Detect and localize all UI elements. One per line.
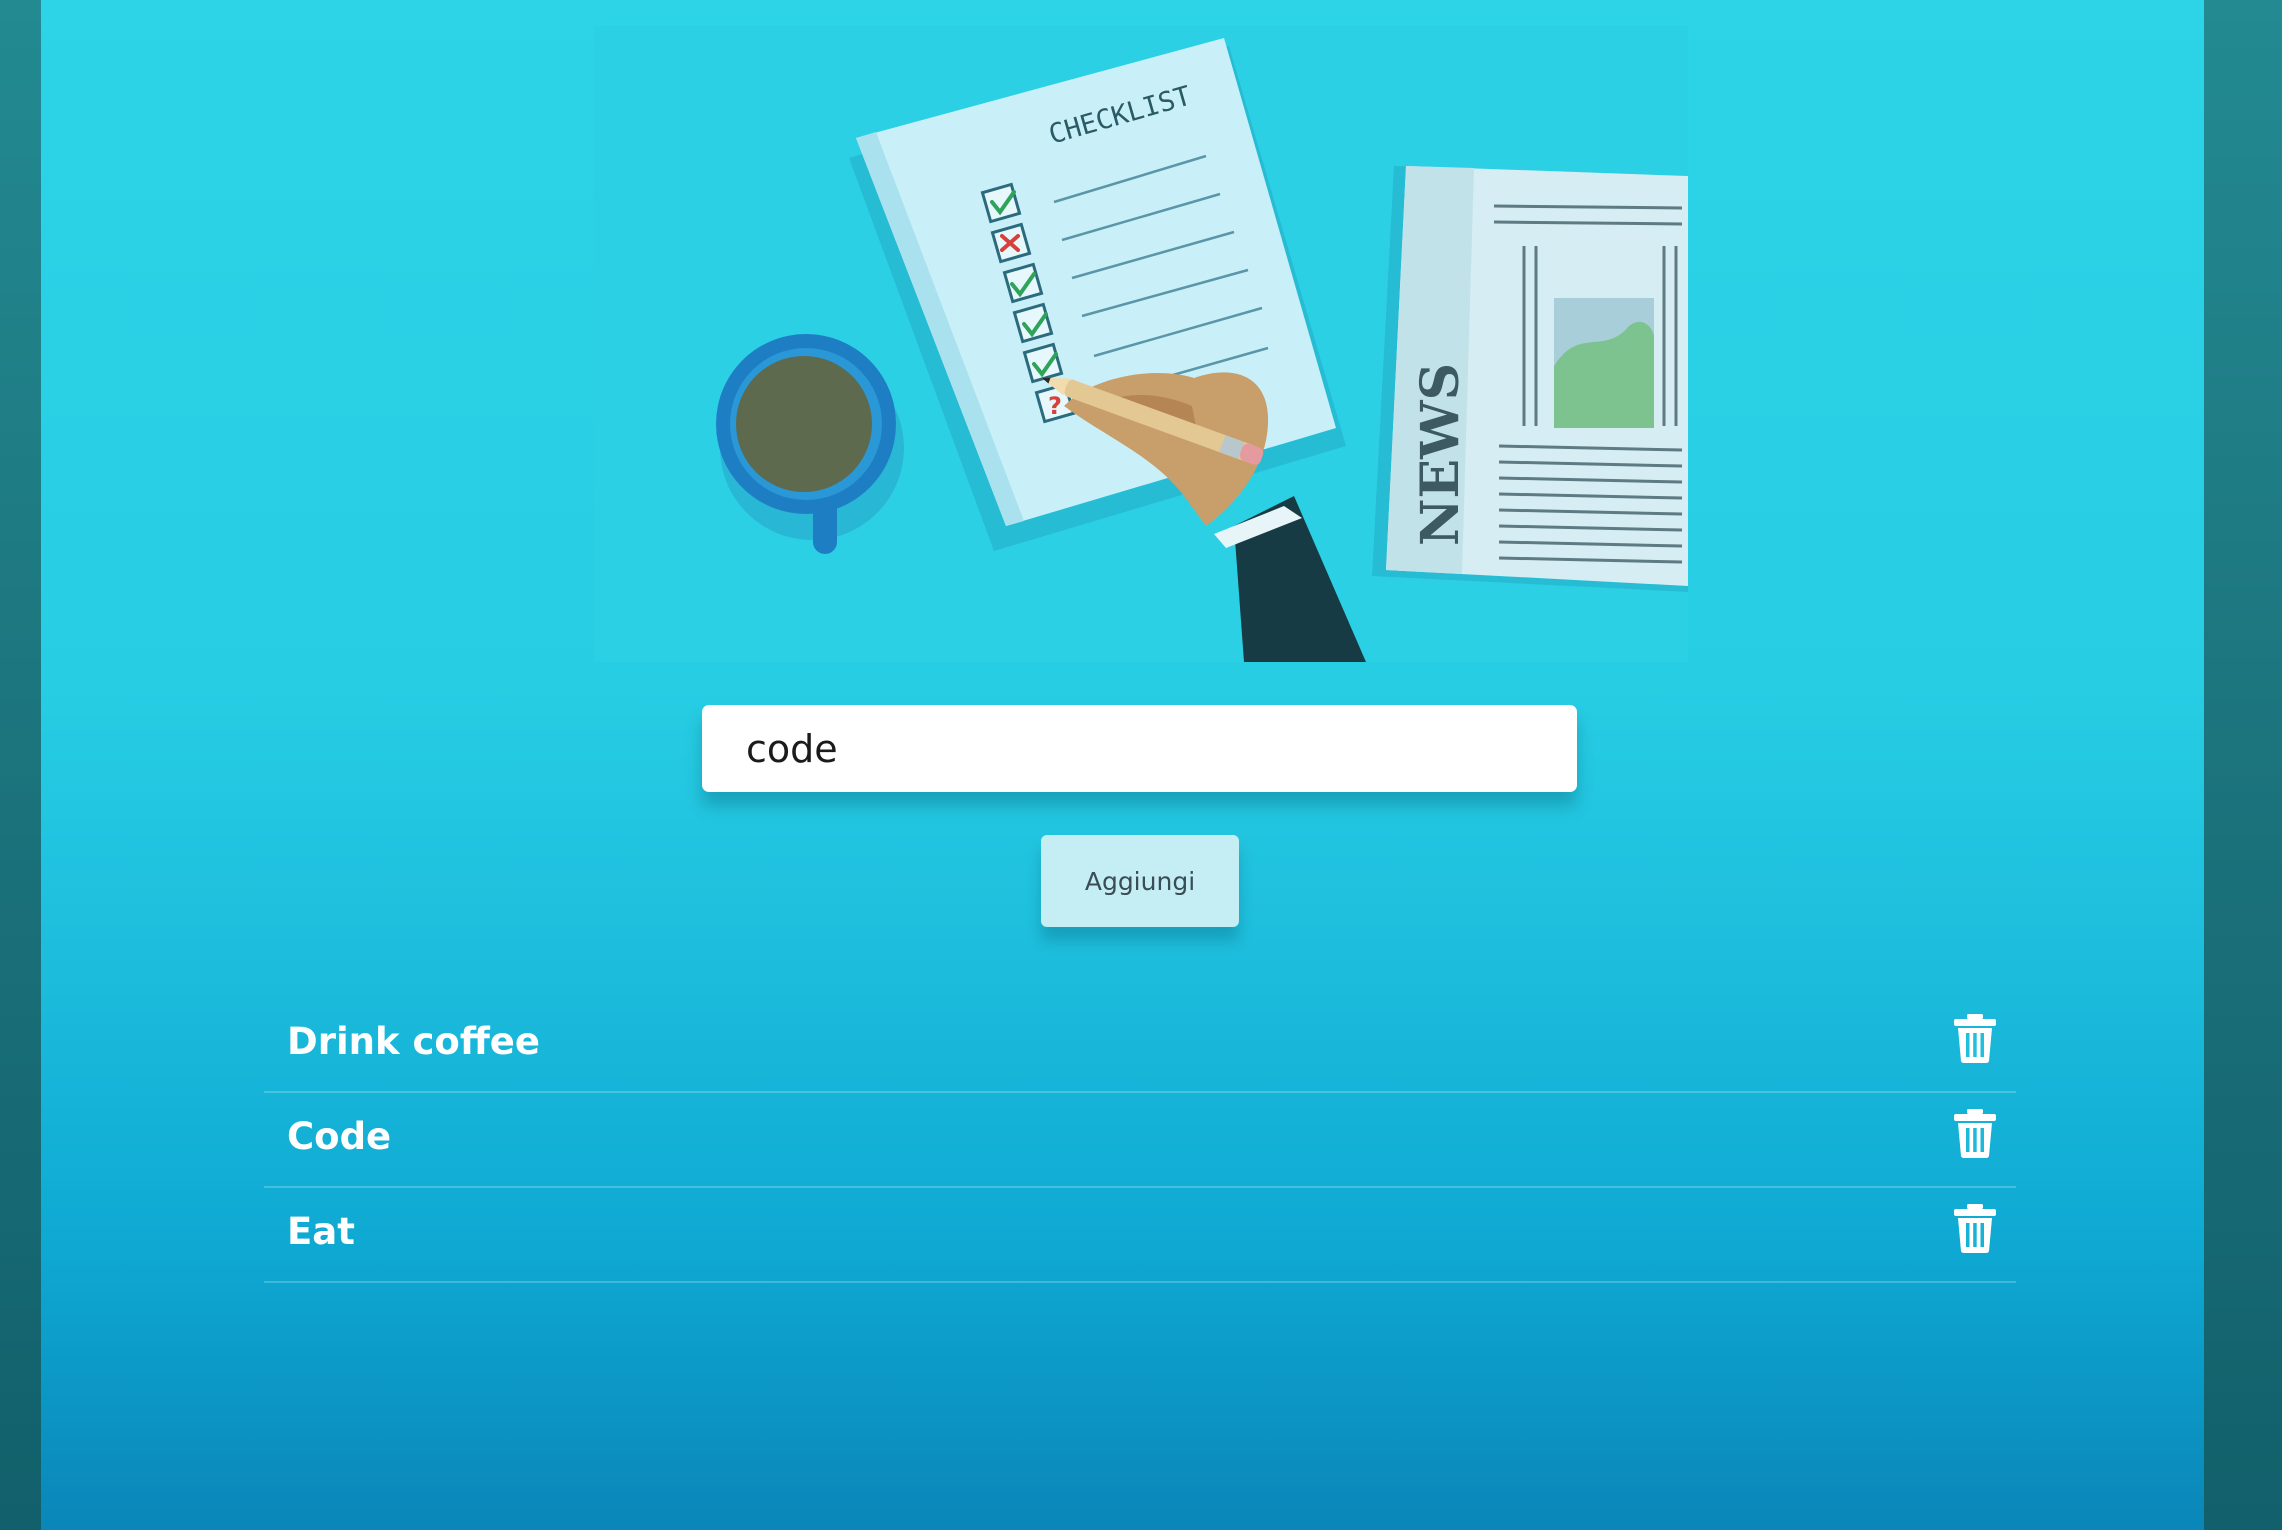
todo-app: CHECKLIST ? NEWS code Aggiungi Drink cof… (41, 0, 2204, 1530)
todo-item-text: Eat (287, 1210, 355, 1253)
list-item: Drink coffee (264, 1000, 2016, 1093)
outer-background-right (2204, 0, 2282, 1530)
newspaper-icon: NEWS (1372, 166, 1688, 592)
coffee-cup-icon (716, 334, 904, 554)
todo-item-text: Drink coffee (287, 1020, 540, 1063)
todo-input[interactable] (702, 705, 1577, 792)
newspaper-headline: NEWS (1410, 363, 1471, 546)
list-item: Code (264, 1095, 2016, 1188)
todo-list: Drink coffee Code Eat (264, 1000, 2016, 1285)
list-item: Eat (264, 1190, 2016, 1283)
svg-text:?: ? (1048, 392, 1062, 420)
trash-icon (1954, 1109, 1996, 1158)
delete-button[interactable] (1952, 1202, 1998, 1254)
checklist-paper-icon: CHECKLIST ? (849, 38, 1346, 551)
add-button[interactable]: Aggiungi (1041, 835, 1239, 927)
outer-background-left (0, 0, 41, 1530)
delete-button[interactable] (1952, 1012, 1998, 1064)
trash-icon (1954, 1014, 1996, 1063)
delete-button[interactable] (1952, 1107, 1998, 1159)
todo-item-text: Code (287, 1115, 392, 1158)
trash-icon (1954, 1204, 1996, 1253)
hero-illustration: CHECKLIST ? NEWS (594, 26, 1688, 662)
